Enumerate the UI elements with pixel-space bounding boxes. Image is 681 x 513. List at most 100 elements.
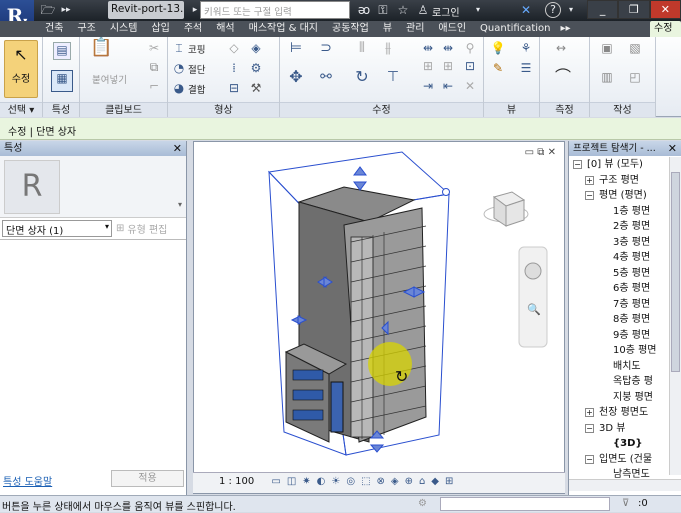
type-properties-icon[interactable]: ▦ [51,70,73,92]
tree-item[interactable]: 1층 평면 [569,204,669,220]
demolish-icon[interactable]: ⚙ [248,61,264,75]
hide-in-view-icon[interactable]: 💡 [490,41,506,55]
trim-extend-multi-icon[interactable]: ⇤ [440,79,456,93]
tab-analyze[interactable]: 해석 [209,21,241,37]
properties-help-link[interactable]: 특성 도움말 [3,473,52,488]
tree-item[interactable]: 8층 평면 [569,312,669,328]
help-icon[interactable]: ? [545,2,561,18]
exchange-apps-icon[interactable]: ✕ [518,2,534,18]
tab-architecture[interactable]: 건축 [38,21,70,37]
array-icon[interactable]: ⊞ [420,59,436,73]
3d-view-canvas[interactable]: ▭ ⧉ ✕ ↻ 🔍 [193,141,565,494]
expand-icon[interactable]: + [585,175,594,185]
mirror-draw-icon[interactable]: ⫵ [380,41,396,55]
paint-icon[interactable]: ⁞ [226,61,242,75]
collapse-icon[interactable]: − [573,160,582,169]
view-scale[interactable]: 1 : 100 [219,476,254,487]
split-face-icon[interactable]: ◈ [248,41,264,55]
tab-annotate[interactable]: 주석 [177,21,209,37]
minimize-button[interactable]: _ [587,0,619,19]
tree-item[interactable]: 4층 평면 [569,250,669,266]
tree-item[interactable]: 3층 평면 [569,235,669,251]
search-input[interactable]: 키워드 또는 구절 입력 [200,1,350,19]
move-icon[interactable]: ✥ [288,69,304,85]
workset-selector[interactable] [440,497,610,511]
delete-icon[interactable]: ✕ [462,79,478,93]
expand-icon[interactable]: + [585,408,594,417]
create-group-icon[interactable]: ▥ [596,70,618,90]
wall-joins-icon[interactable]: ◇ [226,41,242,55]
properties-icon[interactable]: ▤ [53,42,71,60]
tree-item[interactable]: + 천장 평면도 [569,405,669,421]
tree-item[interactable]: {3D} [569,436,669,452]
tree-item[interactable]: 9층 평면 [569,328,669,344]
collapse-icon[interactable]: − [585,191,594,200]
paste-icon[interactable]: 📋 [90,39,112,63]
help-dropdown-icon[interactable]: ▾ [563,2,579,18]
split-icon[interactable]: ⇹ [420,41,436,55]
match-properties-icon[interactable]: ⌐ [146,79,162,93]
tree-item[interactable]: + 구조 평면 [569,173,669,189]
collapse-icon[interactable]: − [585,423,594,433]
scale-icon[interactable]: ⊞ [440,59,456,73]
login-dropdown-icon[interactable]: ▾ [470,2,486,18]
tree-item[interactable]: − 입면도 (건물 [569,452,669,468]
unpin-icon[interactable]: ⊡ [462,59,478,73]
binoculars-icon[interactable]: ᴔ [356,2,372,18]
apply-button[interactable]: 적용 [111,470,184,487]
close-icon[interactable]: ✕ [668,141,677,156]
tab-systems[interactable]: 시스템 [103,21,145,37]
cut-scissors-icon[interactable]: ✂ [146,41,162,55]
type-selector[interactable]: 단면 상자 (1) ▾ [2,220,112,237]
hammer-icon[interactable]: ⚒ [248,81,264,95]
scrollbar-thumb[interactable] [671,172,680,372]
close-icon[interactable]: ✕ [173,141,182,156]
tree-item[interactable]: 6층 평면 [569,281,669,297]
tab-overflow-icon[interactable]: ▸▸ [558,21,574,37]
tree-item[interactable]: 5층 평면 [569,266,669,282]
trim-icon[interactable]: ⊤ [385,70,401,84]
tree-item[interactable]: 2층 평면 [569,219,669,235]
select-panel-label[interactable]: 선택 ▾ [0,102,42,117]
join-label[interactable]: 결합 [188,82,205,96]
copy-element-icon[interactable]: ⚯ [318,70,334,84]
mirror-axis-icon[interactable]: ⫴ [354,41,370,55]
edit-type-button[interactable]: 유형 편집 [127,221,167,236]
tab-manage[interactable]: 관리 [399,21,431,37]
login-link[interactable]: 로그인 [432,4,460,19]
tree-item[interactable]: 지붕 평면 [569,390,669,406]
tab-view[interactable]: 뷰 [376,21,399,37]
filter-icon[interactable]: ⊽ [622,498,629,509]
subscription-icon[interactable]: ⚿ [375,2,391,18]
user-icon[interactable]: ♙ [415,2,431,18]
dimension-icon[interactable]: ⌒ [550,69,576,85]
restore-button[interactable]: ❐ [618,0,650,19]
tree-item[interactable]: − 평면 (평면) [569,188,669,204]
copy-icon[interactable]: ⧉ [146,60,162,74]
align-edge-icon[interactable]: ⊟ [226,81,242,95]
tab-structure[interactable]: 구조 [70,21,102,37]
modify-button[interactable]: ↖ 수정 [4,40,38,98]
quick-access-more-icon[interactable]: ▸▸ [58,2,74,18]
tab-massing-site[interactable]: 매스작업 & 대지 [242,21,325,37]
tab-modify[interactable]: 수정 [650,21,681,37]
building-model[interactable]: ↻ 🔍 [194,142,566,472]
align-icon[interactable]: ⊨ [288,41,304,55]
close-button[interactable]: ✕ [649,0,681,19]
tab-insert[interactable]: 삽입 [144,21,176,37]
open-folder-icon[interactable]: 🗁 [40,2,56,18]
cope-label[interactable]: 코핑 [188,42,205,56]
tree-item[interactable]: − [0] 뷰 (모두) [569,157,669,173]
tree-item[interactable]: 7층 평면 [569,297,669,313]
create-assembly-icon[interactable]: ▣ [596,41,618,61]
type-dropdown-icon[interactable]: ▾ [178,200,182,209]
worksets-icon[interactable]: ⚙ [418,498,427,509]
tree-item[interactable]: 옥탑층 평 [569,374,669,390]
create-parts-icon[interactable]: ▧ [624,41,646,61]
measure-distance-icon[interactable]: ↔ [546,41,576,55]
tab-quantification[interactable]: Quantification [473,21,557,37]
tree-item[interactable]: 10층 평면 [569,343,669,359]
collapse-icon[interactable]: − [585,454,594,464]
cut-geometry-icon[interactable]: ◔ [171,61,187,75]
tree-item[interactable]: 배치도 [569,359,669,375]
